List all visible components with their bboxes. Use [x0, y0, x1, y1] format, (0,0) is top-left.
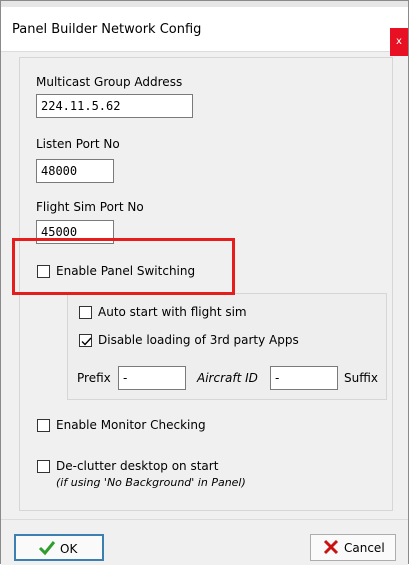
auto-start-checkbox[interactable]: [79, 306, 92, 319]
enable-monitor-checking-checkbox[interactable]: [37, 419, 50, 432]
check-icon: [38, 541, 56, 556]
listen-port-input[interactable]: 48000: [36, 159, 114, 183]
aircraft-id-label: Aircraft ID: [197, 371, 258, 385]
multicast-label: Multicast Group Address: [36, 75, 183, 89]
suffix-label: Suffix: [344, 371, 378, 385]
checkmark-icon: [81, 337, 92, 346]
dialog-window: Panel Builder Network Config x Multicast…: [0, 0, 409, 565]
x-icon: [323, 539, 339, 555]
window-title: Panel Builder Network Config: [12, 22, 202, 37]
highlight-box: [12, 238, 235, 295]
auto-start-label: Auto start with flight sim: [98, 305, 247, 319]
panel-switching-options: Auto start with flight sim Disable loadi…: [67, 293, 387, 400]
declutter-note: (if using 'No Background' in Panel): [56, 476, 246, 489]
cancel-button[interactable]: Cancel: [310, 534, 396, 561]
title-bar: Panel Builder Network Config x: [1, 7, 408, 56]
disable-third-party-label: Disable loading of 3rd party Apps: [98, 333, 299, 347]
flight-sim-port-label: Flight Sim Port No: [36, 200, 144, 214]
ok-button[interactable]: OK: [14, 534, 104, 561]
declutter-label: De-clutter desktop on start: [56, 459, 219, 473]
aircraft-id-input[interactable]: -: [270, 366, 338, 390]
declutter-checkbox[interactable]: [37, 460, 50, 473]
prefix-input[interactable]: -: [118, 366, 186, 390]
close-icon: x: [396, 36, 402, 47]
multicast-address-input[interactable]: 224.11.5.62: [36, 94, 193, 118]
close-button[interactable]: x: [390, 28, 408, 56]
enable-monitor-checking-label: Enable Monitor Checking: [56, 418, 206, 432]
dialog-footer: OK Cancel: [1, 519, 408, 565]
ok-label: OK: [60, 542, 78, 556]
cancel-label: Cancel: [344, 541, 385, 555]
prefix-label: Prefix: [77, 371, 111, 385]
listen-port-label: Listen Port No: [36, 137, 120, 151]
disable-third-party-checkbox[interactable]: [79, 334, 92, 347]
